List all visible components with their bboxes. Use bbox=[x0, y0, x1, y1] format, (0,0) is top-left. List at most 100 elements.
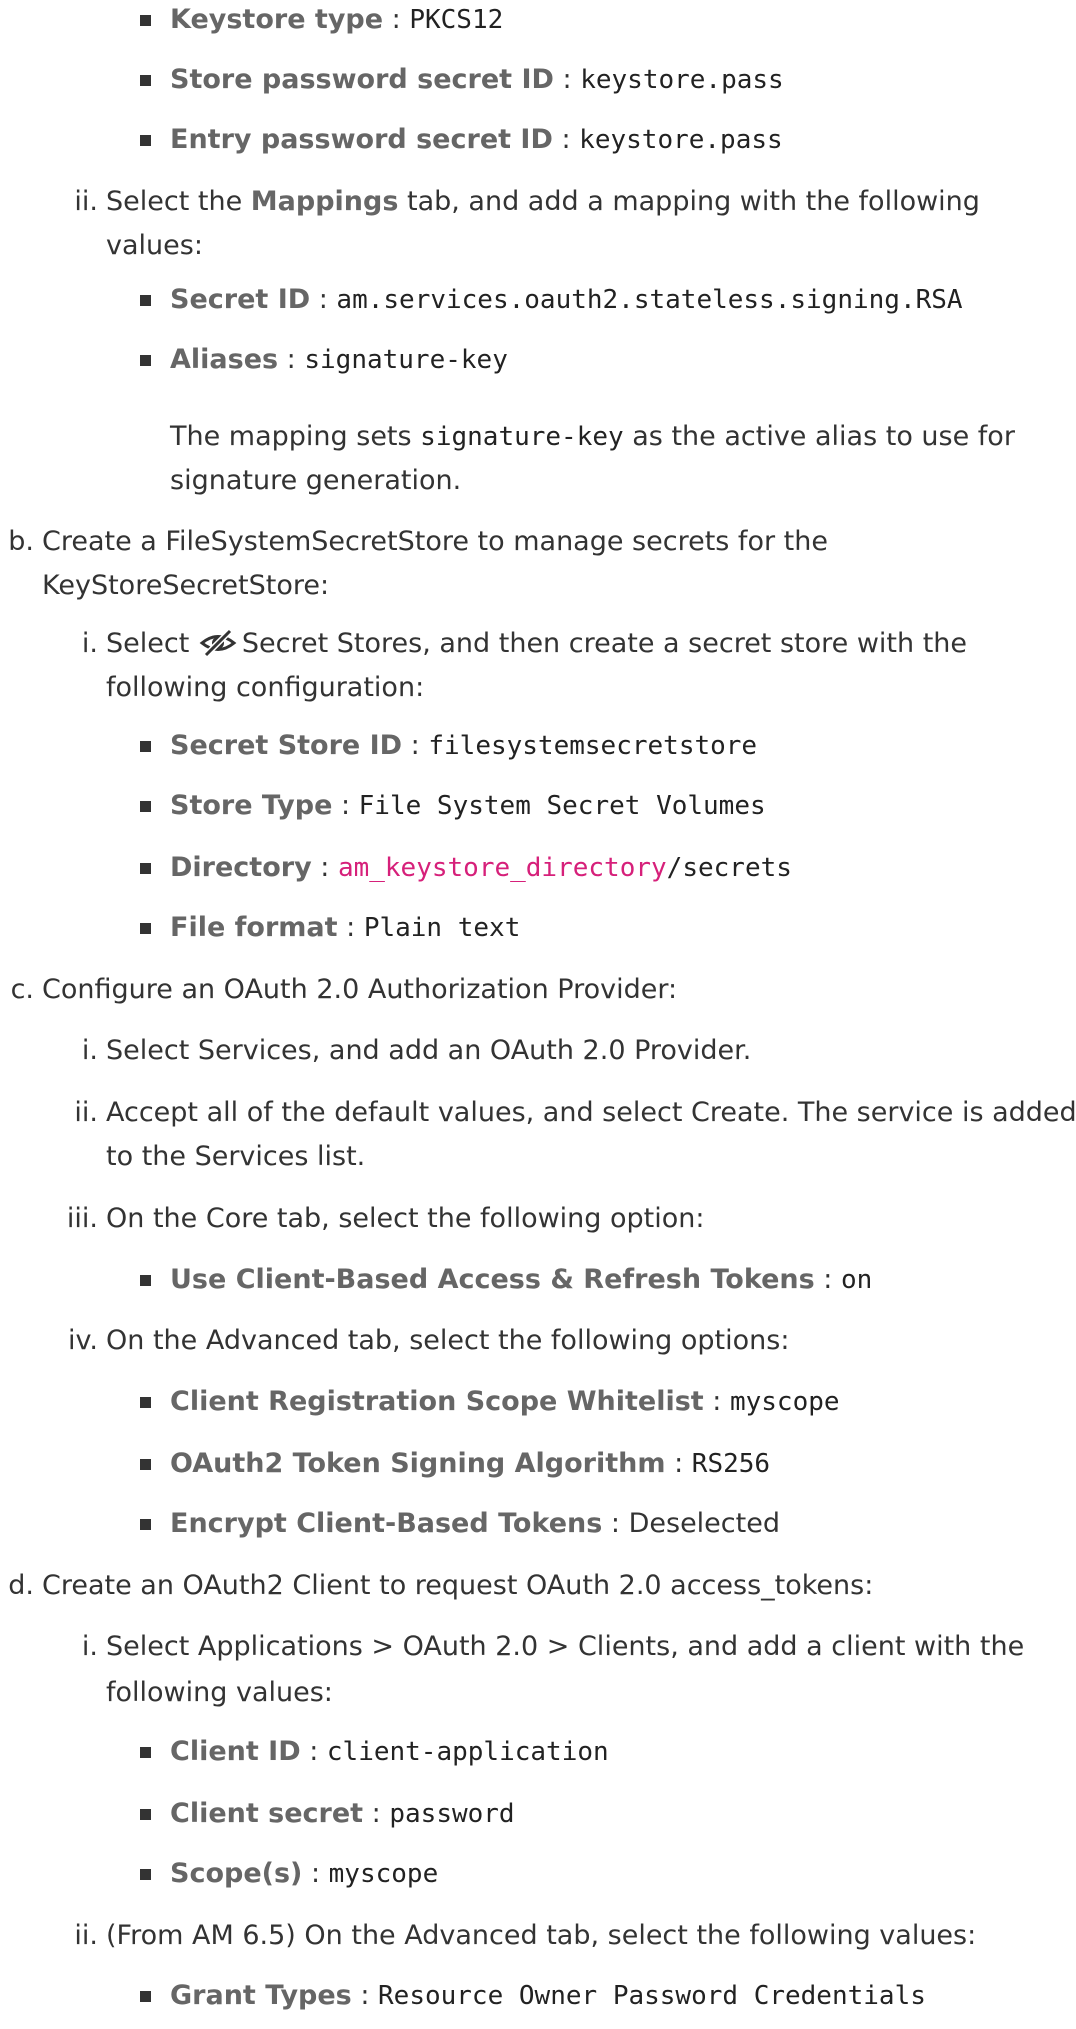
step-text: to the Services list. bbox=[106, 1141, 366, 1172]
list-marker: ii. bbox=[74, 1920, 98, 1951]
bullet-marker bbox=[140, 1275, 151, 1286]
list-marker: ii. bbox=[74, 1097, 98, 1128]
field-label: Client secret bbox=[170, 1798, 364, 1829]
field-label: Directory bbox=[170, 852, 312, 883]
list-item: Encrypt Client-Based Tokens : Deselected bbox=[170, 1508, 780, 1539]
bullet-marker bbox=[140, 1809, 151, 1820]
tab-name: Mappings bbox=[250, 186, 399, 217]
field-value: keystore.pass bbox=[579, 125, 783, 155]
field-value: Plain text bbox=[363, 913, 521, 943]
field-value: File System Secret Volumes bbox=[358, 791, 766, 821]
step-text: Select Secret Stores, and then create a … bbox=[106, 622, 967, 672]
step-text: values: bbox=[106, 230, 203, 261]
field-label: Client Registration Scope Whitelist bbox=[170, 1386, 704, 1417]
bullet-marker bbox=[140, 741, 151, 752]
list-item: Grant Types : Resource Owner Password Cr… bbox=[170, 1980, 926, 2011]
list-item: Store Type : File System Secret Volumes bbox=[170, 790, 766, 821]
bullet-marker bbox=[140, 1519, 151, 1530]
list-marker: ii. bbox=[74, 186, 98, 217]
field-value: Resource Owner Password Credentials bbox=[378, 1981, 926, 2011]
field-label: Scope(s) bbox=[170, 1858, 303, 1889]
field-label: OAuth2 Token Signing Algorithm bbox=[170, 1448, 666, 1479]
field-label: Store Type bbox=[170, 790, 333, 821]
field-label: Secret Store ID bbox=[170, 730, 403, 761]
list-item: Entry password secret ID : keystore.pass bbox=[170, 124, 783, 155]
list-marker: c. bbox=[10, 974, 34, 1005]
step-text: Configure an OAuth 2.0 Authorization Pro… bbox=[42, 974, 678, 1005]
field-label: Secret ID bbox=[170, 284, 311, 315]
bullet-marker bbox=[140, 75, 151, 86]
bullet-marker bbox=[140, 1991, 151, 2002]
field-label: Store password secret ID bbox=[170, 64, 554, 95]
field-label: Client ID bbox=[170, 1736, 301, 1767]
step-text: Accept all of the default values, and se… bbox=[106, 1097, 1076, 1128]
list-item: Directory : am_keystore_directory/secret… bbox=[170, 852, 792, 883]
field-label: Aliases bbox=[170, 344, 279, 375]
bullet-marker bbox=[140, 801, 151, 812]
field-label: Encrypt Client-Based Tokens bbox=[170, 1508, 603, 1539]
bullet-marker bbox=[140, 923, 151, 934]
directory-variable: am_keystore_directory bbox=[337, 853, 667, 883]
step-text: On the Advanced tab, select the followin… bbox=[106, 1325, 790, 1356]
list-marker: d. bbox=[8, 1570, 34, 1601]
list-item: File format : Plain text bbox=[170, 912, 521, 943]
list-item: Scope(s) : myscope bbox=[170, 1858, 439, 1889]
list-item: Secret Store ID : filesystemsecretstore bbox=[170, 730, 758, 761]
bullet-marker bbox=[140, 863, 151, 874]
field-value: myscope bbox=[328, 1859, 439, 1889]
note-text: The mapping sets signature-key as the ac… bbox=[170, 421, 1015, 452]
list-item: Use Client-Based Access & Refresh Tokens… bbox=[170, 1264, 873, 1295]
bullet-marker bbox=[140, 1397, 151, 1408]
list-item: OAuth2 Token Signing Algorithm : RS256 bbox=[170, 1448, 771, 1479]
list-marker: i. bbox=[81, 628, 98, 659]
field-label: Entry password secret ID bbox=[170, 124, 553, 155]
list-item: Secret ID : am.services.oauth2.stateless… bbox=[170, 284, 963, 315]
step-text: KeyStoreSecretStore: bbox=[42, 570, 330, 601]
step-text: Create an OAuth2 Client to request OAuth… bbox=[42, 1570, 874, 1601]
field-value: PKCS12 bbox=[409, 5, 504, 35]
list-marker: iii. bbox=[66, 1203, 98, 1234]
field-label: Grant Types bbox=[170, 1980, 352, 2011]
step-text: Select Applications > OAuth 2.0 > Client… bbox=[106, 1631, 1025, 1662]
bullet-marker bbox=[140, 15, 151, 26]
bullet-marker bbox=[140, 355, 151, 366]
note-text: signature generation. bbox=[170, 465, 462, 496]
field-value: am.services.oauth2.stateless.signing.RSA bbox=[336, 285, 963, 315]
list-item: Client secret : password bbox=[170, 1798, 515, 1829]
field-label: Use Client-Based Access & Refresh Tokens bbox=[170, 1264, 815, 1295]
step-text: Create a FileSystemSecretStore to manage… bbox=[42, 526, 828, 557]
step-text: following values: bbox=[106, 1677, 333, 1708]
step-text: Select the Mappings tab, and add a mappi… bbox=[106, 186, 980, 217]
bullet-marker bbox=[140, 295, 151, 306]
field-value: signature-key bbox=[304, 345, 508, 375]
field-label: Keystore type bbox=[170, 4, 384, 35]
list-item: Client Registration Scope Whitelist : my… bbox=[170, 1386, 840, 1417]
field-label: File format bbox=[170, 912, 338, 943]
step-text: Select Services, and add an OAuth 2.0 Pr… bbox=[106, 1035, 752, 1066]
bullet-marker bbox=[140, 1459, 151, 1470]
field-value: client-application bbox=[326, 1737, 609, 1767]
field-value: /secrets bbox=[666, 853, 792, 883]
step-text: (From AM 6.5) On the Advanced tab, selec… bbox=[106, 1920, 977, 1951]
field-value: myscope bbox=[729, 1387, 840, 1417]
bullet-marker bbox=[140, 1869, 151, 1880]
step-text: On the Core tab, select the following op… bbox=[106, 1203, 705, 1234]
list-item: Keystore type : PKCS12 bbox=[170, 4, 504, 35]
step-text: following configuration: bbox=[106, 672, 425, 703]
list-marker: i. bbox=[81, 1631, 98, 1662]
list-marker: i. bbox=[81, 1035, 98, 1066]
inline-code: signature-key bbox=[420, 422, 624, 452]
list-item: Client ID : client-application bbox=[170, 1736, 609, 1767]
bullet-marker bbox=[140, 1747, 151, 1758]
field-value: keystore.pass bbox=[580, 65, 784, 95]
field-value: filesystemsecretstore bbox=[428, 731, 758, 761]
field-value: on bbox=[840, 1265, 873, 1295]
field-value: Deselected bbox=[628, 1508, 780, 1539]
list-marker: b. bbox=[8, 526, 34, 557]
list-item: Aliases : signature-key bbox=[170, 344, 508, 375]
bullet-marker bbox=[140, 135, 151, 146]
list-marker: iv. bbox=[68, 1325, 98, 1356]
field-value: password bbox=[389, 1799, 515, 1829]
field-value: RS256 bbox=[691, 1449, 771, 1479]
list-item: Store password secret ID : keystore.pass bbox=[170, 64, 784, 95]
